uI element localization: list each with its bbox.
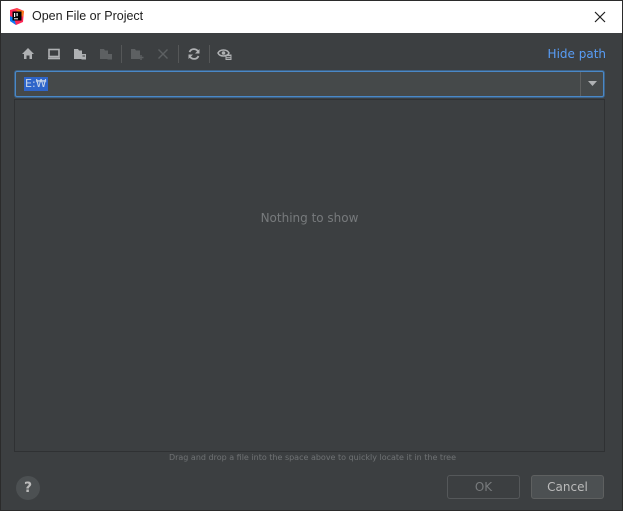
show-hidden-icon xyxy=(217,49,232,60)
ok-button[interactable]: OK xyxy=(447,475,520,499)
title-bar: Open File or Project xyxy=(1,1,622,33)
delete-button xyxy=(150,43,176,65)
help-button[interactable]: ? xyxy=(16,476,40,500)
intellij-app-icon xyxy=(10,8,24,25)
delete-icon xyxy=(158,49,168,59)
path-input[interactable]: E:₩ xyxy=(24,77,48,91)
desktop-icon xyxy=(48,48,60,60)
project-directory-button[interactable] xyxy=(67,43,93,65)
module-directory-button xyxy=(93,43,119,65)
new-folder-button xyxy=(124,43,150,65)
module-folder-icon xyxy=(100,49,112,60)
open-file-dialog: Open File or Project Hide path E:₩ Nothi… xyxy=(0,0,623,511)
close-icon xyxy=(594,11,606,23)
drag-drop-hint: Drag and drop a file into the space abov… xyxy=(168,453,457,462)
hide-path-link[interactable]: Hide path xyxy=(548,47,606,61)
close-button[interactable] xyxy=(578,1,622,33)
toolbar-separator xyxy=(209,45,210,63)
path-dropdown-button[interactable] xyxy=(580,72,603,96)
empty-tree-message: Nothing to show xyxy=(260,211,359,225)
home-button[interactable] xyxy=(15,43,41,65)
refresh-button[interactable] xyxy=(181,43,207,65)
file-tree[interactable]: Nothing to show xyxy=(14,99,605,452)
show-hidden-files-button[interactable] xyxy=(212,43,238,65)
home-icon xyxy=(22,48,34,59)
toolbar-separator xyxy=(178,45,179,63)
toolbar-separator xyxy=(121,45,122,63)
path-combobox[interactable]: E:₩ xyxy=(15,71,604,97)
new-folder-icon xyxy=(131,49,144,60)
dialog-title: Open File or Project xyxy=(32,9,144,23)
project-folder-icon xyxy=(74,49,86,60)
chevron-down-icon xyxy=(587,81,597,86)
refresh-icon xyxy=(188,48,200,60)
desktop-button[interactable] xyxy=(41,43,67,65)
cancel-button[interactable]: Cancel xyxy=(531,475,604,499)
file-chooser-toolbar xyxy=(15,43,315,65)
